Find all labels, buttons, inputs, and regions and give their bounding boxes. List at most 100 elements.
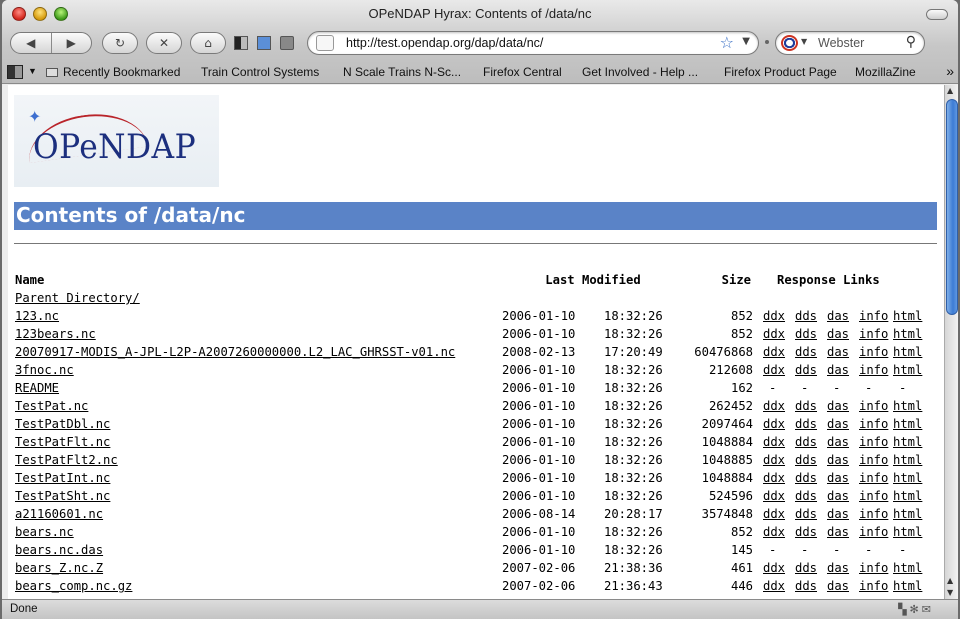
response-link-html[interactable]: html <box>893 507 922 521</box>
response-link-info[interactable]: info <box>859 453 888 467</box>
response-link-html[interactable]: html <box>893 471 922 485</box>
response-link-html[interactable]: html <box>893 309 922 323</box>
response-link-das[interactable]: das <box>827 435 849 449</box>
file-link[interactable]: TestPatSht.nc <box>15 489 110 503</box>
bookmark-get-involved[interactable]: Get Involved - Help ... <box>582 65 698 79</box>
response-link-ddx[interactable]: ddx <box>763 471 785 485</box>
bookmarks-menu-arrow-icon[interactable]: ▼ <box>28 66 37 76</box>
response-link-das[interactable]: das <box>827 453 849 467</box>
response-link-ddx[interactable]: ddx <box>763 345 785 359</box>
response-link-info[interactable]: info <box>859 561 888 575</box>
bookmark-mozillazine[interactable]: MozillaZine <box>855 65 916 79</box>
home-button[interactable]: ⌂ <box>190 32 226 54</box>
file-link[interactable]: 123bears.nc <box>15 327 96 341</box>
response-link-ddx[interactable]: ddx <box>763 453 785 467</box>
response-link-html[interactable]: html <box>893 579 922 593</box>
response-link-html[interactable]: html <box>893 399 922 413</box>
resize-handle[interactable] <box>765 40 769 44</box>
response-link-ddx[interactable]: ddx <box>763 309 785 323</box>
response-link-dds[interactable]: dds <box>795 363 817 377</box>
stop-button[interactable]: ✕ <box>146 32 182 54</box>
response-link-info[interactable]: info <box>859 363 888 377</box>
bookmark-firefox-product-page[interactable]: Firefox Product Page <box>724 65 837 79</box>
response-link-dds[interactable]: dds <box>795 399 817 413</box>
response-link-info[interactable]: info <box>859 525 888 539</box>
response-link-html[interactable]: html <box>893 327 922 341</box>
url-dropdown-icon[interactable]: ▼ <box>742 36 750 47</box>
response-link-html[interactable]: html <box>893 561 922 575</box>
search-icon[interactable]: ⚲ <box>906 34 916 50</box>
response-link-html[interactable]: html <box>893 417 922 431</box>
response-link-info[interactable]: info <box>859 471 888 485</box>
response-link-info[interactable]: info <box>859 309 888 323</box>
response-link-info[interactable]: info <box>859 507 888 521</box>
site-identity-icon[interactable] <box>316 35 334 51</box>
response-link-das[interactable]: das <box>827 399 849 413</box>
response-link-das[interactable]: das <box>827 327 849 341</box>
file-link[interactable]: a21160601.nc <box>15 507 103 521</box>
response-link-dds[interactable]: dds <box>795 471 817 485</box>
file-link[interactable]: bears_comp.nc.gz <box>15 579 132 593</box>
bookmark-recently-bookmarked[interactable]: Recently Bookmarked <box>63 65 180 79</box>
vertical-scrollbar[interactable]: ▲ ▲ ▼ <box>944 85 958 599</box>
file-link[interactable]: 20070917-MODIS_A-JPL-L2P-A2007260000000.… <box>15 345 455 359</box>
response-link-info[interactable]: info <box>859 345 888 359</box>
response-link-html[interactable]: html <box>893 435 922 449</box>
response-link-dds[interactable]: dds <box>795 435 817 449</box>
scroll-up-arrow-icon[interactable]: ▲ <box>947 576 953 585</box>
response-link-ddx[interactable]: ddx <box>763 561 785 575</box>
file-link[interactable]: TestPatFlt2.nc <box>15 453 118 467</box>
response-link-dds[interactable]: dds <box>795 561 817 575</box>
response-link-dds[interactable]: dds <box>795 417 817 431</box>
file-link[interactable]: 3fnoc.nc <box>15 363 74 377</box>
search-bar[interactable]: ▼ Webster ⚲ <box>775 31 925 55</box>
response-link-ddx[interactable]: ddx <box>763 399 785 413</box>
response-link-das[interactable]: das <box>827 309 849 323</box>
response-link-html[interactable]: html <box>893 345 922 359</box>
response-link-info[interactable]: info <box>859 399 888 413</box>
response-link-das[interactable]: das <box>827 417 849 431</box>
search-engine-dropdown-icon[interactable]: ▼ <box>801 37 807 46</box>
response-link-html[interactable]: html <box>893 453 922 467</box>
response-link-ddx[interactable]: ddx <box>763 507 785 521</box>
bookmark-n-scale-trains[interactable]: N Scale Trains N-Sc... <box>343 65 461 79</box>
file-link[interactable]: TestPatFlt.nc <box>15 435 110 449</box>
response-link-html[interactable]: html <box>893 363 922 377</box>
file-link[interactable]: TestPatInt.nc <box>15 471 110 485</box>
response-link-das[interactable]: das <box>827 525 849 539</box>
url-bar[interactable]: http://test.opendap.org/dap/data/nc/ ☆ ▼ <box>307 31 759 55</box>
downloads-icon[interactable] <box>280 36 294 50</box>
forward-button[interactable]: ▶ <box>52 36 92 50</box>
search-engine-icon[interactable] <box>781 35 798 51</box>
response-link-das[interactable]: das <box>827 561 849 575</box>
response-link-dds[interactable]: dds <box>795 327 817 341</box>
response-link-dds[interactable]: dds <box>795 579 817 593</box>
bookmark-firefox-central[interactable]: Firefox Central <box>483 65 562 79</box>
response-link-dds[interactable]: dds <box>795 345 817 359</box>
search-input[interactable]: Webster <box>818 36 864 50</box>
response-link-html[interactable]: html <box>893 525 922 539</box>
back-button[interactable]: ◀ <box>11 36 51 50</box>
response-link-info[interactable]: info <box>859 327 888 341</box>
response-link-ddx[interactable]: ddx <box>763 489 785 503</box>
file-link[interactable]: TestPat.nc <box>15 399 88 413</box>
response-link-ddx[interactable]: ddx <box>763 363 785 377</box>
scroll-down-arrow-icon[interactable]: ▼ <box>947 588 953 597</box>
response-link-das[interactable]: das <box>827 489 849 503</box>
bookmarks-icon[interactable] <box>234 36 248 50</box>
scrollbar-thumb[interactable] <box>946 99 958 315</box>
response-link-info[interactable]: info <box>859 489 888 503</box>
response-link-dds[interactable]: dds <box>795 309 817 323</box>
response-link-info[interactable]: info <box>859 579 888 593</box>
response-link-info[interactable]: info <box>859 417 888 431</box>
bookmarks-overflow-chevron-icon[interactable]: » <box>946 63 954 79</box>
file-link[interactable]: bears.nc <box>15 525 74 539</box>
response-link-das[interactable]: das <box>827 345 849 359</box>
toolbar-toggle-button[interactable] <box>926 9 948 20</box>
file-link[interactable]: 123.nc <box>15 309 59 323</box>
response-link-ddx[interactable]: ddx <box>763 435 785 449</box>
response-link-dds[interactable]: dds <box>795 453 817 467</box>
file-link[interactable]: bears_Z.nc.Z <box>15 561 103 575</box>
response-link-dds[interactable]: dds <box>795 525 817 539</box>
response-link-das[interactable]: das <box>827 579 849 593</box>
